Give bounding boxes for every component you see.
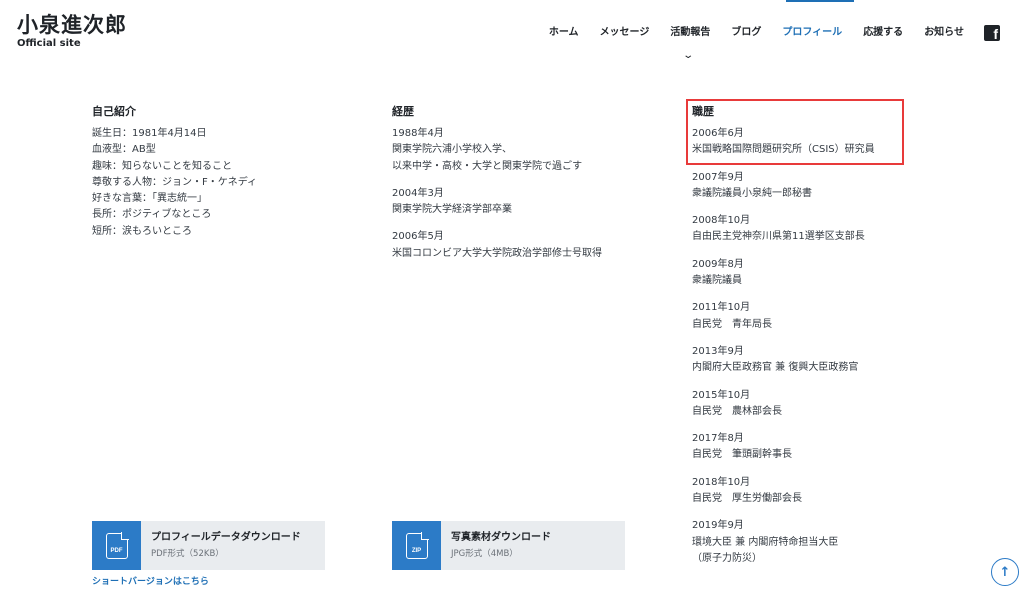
intro-favorite-words: 好きな言葉：「異志統一」 [92,193,207,205]
list-item: 2007年9月衆議院議員小泉純一郎秘書 [692,170,912,203]
nav-item-profile[interactable]: プロフィール [782,26,842,40]
nav-item-news[interactable]: お知らせ [924,26,964,40]
entry-date: 2015年10月 [692,389,751,401]
nav-item-activity[interactable]: 活動報告 [670,26,710,40]
intro-strength: 長所：ポジティブなところ [92,209,212,221]
list-item: 2015年10月自民党 農林部会長 [692,388,912,421]
intro-section: 自己紹介 誕生日：1981年4月14日 血液型：AB型 趣味：知らないことを知る… [92,104,257,240]
career-section: 職歴 2006年6月 米国戦略国際問題研究所（CSIS）研究員 2007年9月 衆議… [692,104,912,578]
nav-item-message[interactable]: メッセージ [600,26,650,40]
education-heading: 経歴 [392,105,414,118]
intro-weakness: 短所：涙もろいところ [92,225,192,237]
entry-desc: 自民党 農林部会長 [692,405,782,417]
entry-date: 2007年9月 [692,171,744,183]
entry-date: 2018年10月 [692,476,751,488]
short-version-link[interactable]: ショートバージョンはこちら [92,574,209,587]
entry-desc: 衆議院議員 [692,275,742,287]
entry-date: 2017年8月 [692,433,744,445]
entry-date: 2006年5月 [392,231,444,243]
entry-desc: 関東学院大学経済学部卒業 [392,204,512,216]
arrow-up-icon: ↑ [999,564,1011,580]
entry-date: 2009年8月 [692,258,744,270]
entry-date: 2013年9月 [692,345,744,357]
entry-desc: 自由民主党神奈川県第11選挙区支部長 [692,231,865,243]
entry-date: 1988年4月 [392,128,444,139]
entry-date: 2011年10月 [692,302,751,314]
site-header: 小泉進次郎 Official site ホーム メッセージ 活動報告 ブログ プ… [0,0,1024,70]
intro-birthday: 誕生日：1981年4月14日 [92,128,207,139]
entry-date: 2008年10月 [692,215,751,227]
entry-desc: 衆議院議員小泉純一郎秘書 [692,187,812,199]
entry-desc: 米国コロンビア大学大学院政治学部修士号取得 [392,247,602,259]
scroll-to-top-button[interactable]: ↑ [991,558,1019,586]
intro-hobby: 趣味：知らないことを知ること [92,160,232,172]
download-title: プロフィールデータダウンロード [151,531,301,543]
entry-desc: 内閣府大臣政務官 兼 復興大臣政務官 [692,362,859,374]
list-item: 2006年5月 米国コロンビア大学大学院政治学部修士号取得 [392,229,632,262]
download-meta: PDF形式（52KB） [151,548,224,559]
facebook-icon[interactable]: f [984,25,1000,42]
list-item: 2017年8月自民党 筆頭副幹事長 [692,431,912,464]
photo-zip-download-button[interactable]: ZIP 写真素材ダウンロード JPG形式（4MB） [392,521,625,570]
nav-item-home[interactable]: ホーム [549,26,579,40]
site-subtitle: Official site [17,38,81,49]
highlight-annotation-box [686,99,904,165]
entry-date: 2019年9月 [692,520,744,532]
list-item: 2013年9月内閣府大臣政務官 兼 復興大臣政務官 [692,344,912,377]
list-item: 1988年4月 関東学院六浦小学校入学、 以来中学・高校・大学と関東学院で過ごす [392,126,632,175]
list-item: 2019年9月環境大臣 兼 内閣府特命担当大臣 （原子力防災） [692,518,912,567]
nav-active-indicator [786,0,854,2]
main-nav: ホーム メッセージ 活動報告 ブログ プロフィール 応援する お知らせ [528,26,964,40]
entry-date: 2004年3月 [392,187,444,199]
download-meta: JPG形式（4MB） [451,548,518,559]
intro-heading: 自己紹介 [92,105,136,118]
intro-list: 誕生日：1981年4月14日 血液型：AB型 趣味：知らないことを知ること 尊敬… [92,126,257,240]
zip-file-icon: ZIP [392,521,441,570]
list-item: 2008年10月自由民主党神奈川県第11選挙区支部長 [692,213,912,246]
entry-desc: 自民党 筆頭副幹事長 [692,449,792,461]
entry-desc: 自民党 厚生労働部会長 [692,493,802,505]
education-section: 経歴 1988年4月 関東学院六浦小学校入学、 以来中学・高校・大学と関東学院で… [392,104,632,273]
pdf-file-icon: PDF [92,521,141,570]
nav-item-support[interactable]: 応援する [863,26,903,40]
site-logo[interactable]: 小泉進次郎 Official site [17,12,127,50]
intro-blood-type: 血液型：AB型 [92,144,156,156]
list-item: 2004年3月 関東学院大学経済学部卒業 [392,186,632,219]
chevron-down-icon[interactable]: ⌄ [682,50,694,61]
profile-pdf-download-button[interactable]: PDF プロフィールデータダウンロード PDF形式（52KB） [92,521,325,570]
list-item: 2009年8月 衆議院議員 [692,257,912,290]
intro-respected-person: 尊敬する人物：ジョン・F・ケネディ [92,176,258,188]
site-title: 小泉進次郎 [17,13,127,37]
entry-desc: 関東学院六浦小学校入学、 以来中学・高校・大学と関東学院で過ごす [392,144,583,172]
download-title: 写真素材ダウンロード [451,531,551,543]
list-item: 2018年10月自民党 厚生労働部会長 [692,475,912,508]
nav-item-blog[interactable]: ブログ [731,26,761,40]
entry-desc: 環境大臣 兼 内閣府特命担当大臣 （原子力防災） [692,536,839,564]
list-item: 2011年10月自民党 青年局長 [692,300,912,333]
entry-desc: 自民党 青年局長 [692,318,772,330]
